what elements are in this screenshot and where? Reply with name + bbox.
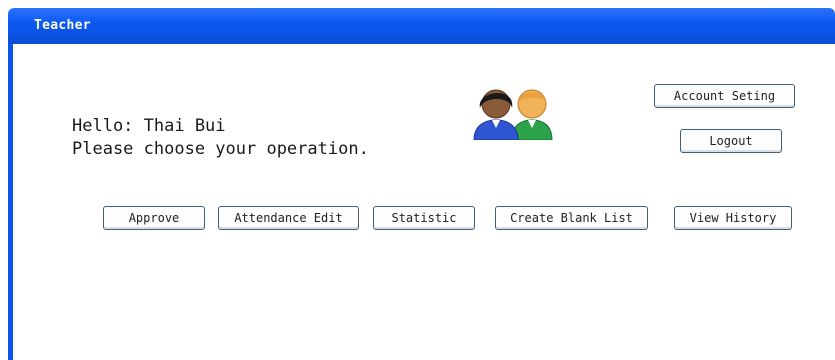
attendance-edit-button[interactable]: Attendance Edit [218, 206, 359, 230]
window-frame-left [8, 44, 13, 360]
create-blank-list-button[interactable]: Create Blank List [495, 206, 648, 230]
teacher-window: Teacher Hello: Thai Bui Please choose yo… [0, 0, 835, 360]
view-history-button[interactable]: View History [674, 206, 792, 230]
approve-button[interactable]: Approve [103, 206, 205, 230]
prompt-label: Please choose your operation. [72, 139, 369, 159]
title-bar[interactable]: Teacher [8, 8, 835, 44]
users-icon [473, 89, 553, 140]
greeting-text: Hello: Thai Bui Please choose your opera… [72, 115, 369, 161]
statistic-button[interactable]: Statistic [373, 206, 475, 230]
hello-label: Hello: Thai Bui [72, 116, 226, 136]
logout-button[interactable]: Logout [680, 129, 782, 153]
account-setting-button[interactable]: Account Seting [654, 84, 795, 108]
window-title: Teacher [34, 18, 91, 33]
